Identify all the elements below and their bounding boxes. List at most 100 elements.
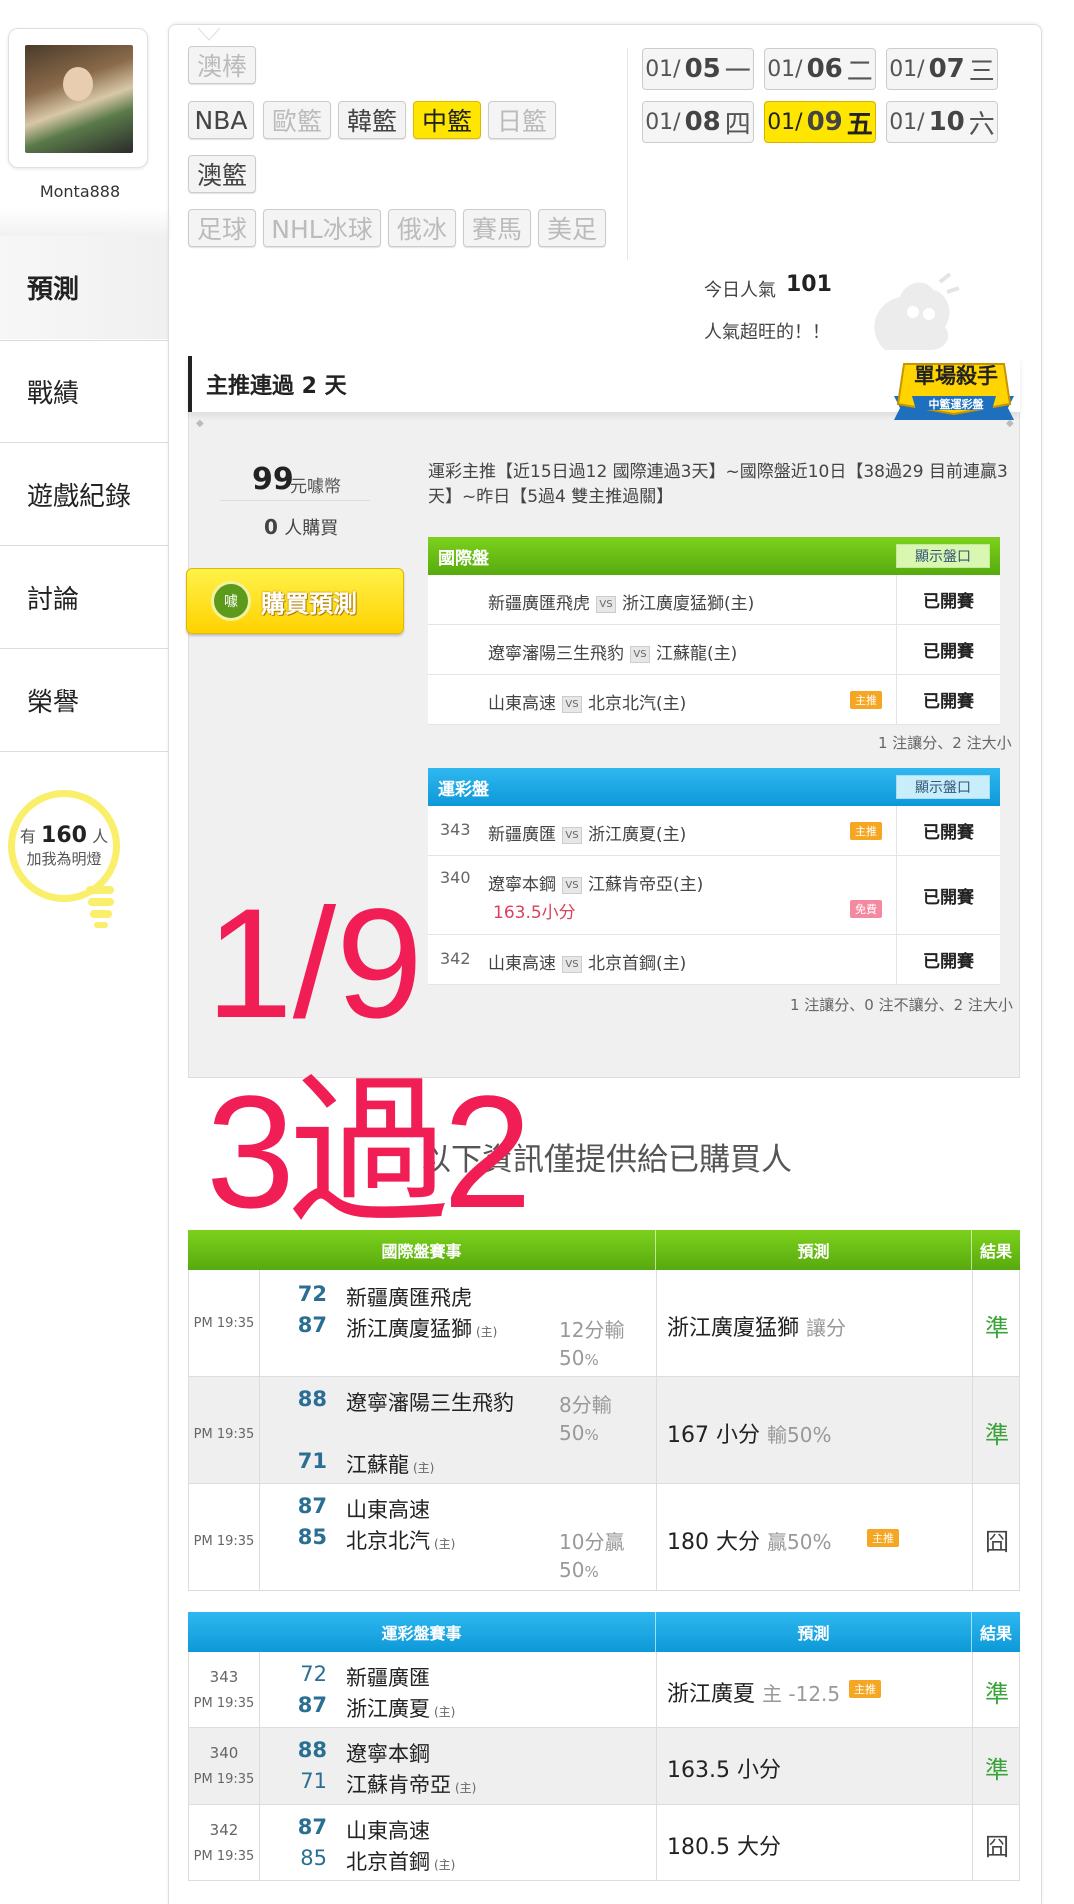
col-prediction: 預測 [656, 1612, 972, 1652]
vs-icon: VS [562, 695, 582, 713]
match-time: PM 19:35 [193, 1427, 255, 1442]
date-day: 07 [928, 54, 965, 84]
sport-match-teams: 山東高速 VS 北京首鋼(主) [488, 949, 686, 974]
home-team: 遼寧本鋼 [488, 875, 556, 895]
match-status: 已開賽 [896, 625, 1000, 674]
match-time: PM 19:35 [193, 1696, 255, 1711]
prediction-description: 運彩主推【近15日過12 國際連過3天】~國際盤近10日【38過29 目前連贏3… [428, 462, 1008, 507]
sidebar-divider [0, 208, 168, 238]
away-team: 江蘇肯帝亞(主) [588, 875, 704, 895]
home-team-name: 北京首鋼 [346, 1850, 430, 1874]
top-pick-badge: 主推 [850, 822, 882, 840]
date-0108[interactable]: 01/08 四 [642, 101, 754, 143]
away-score: 87 [297, 1494, 327, 1518]
home-team-name: 江蘇肯帝亞 [346, 1773, 451, 1797]
home-team: 浙江廣廈猛獅 (主) [346, 1313, 497, 1343]
sport-show-odds-button[interactable]: 顯示盤口 [896, 775, 990, 799]
home-team: 北京北汽 (主) [346, 1525, 455, 1555]
vs-icon: VS [562, 876, 582, 894]
away-team: 浙江廣夏(主) [588, 825, 687, 845]
col-prediction: 預測 [656, 1230, 972, 1270]
date-0106[interactable]: 01/06 二 [764, 48, 876, 90]
sport-tag-horse-racing[interactable]: 賽馬 [463, 209, 531, 247]
odds: 12分輸 50% [559, 1316, 624, 1374]
sport-tag-nhl[interactable]: NHL冰球 [263, 209, 381, 247]
popularity-count: 101 [786, 272, 832, 297]
mascot-icon [874, 272, 960, 350]
nav-game-log[interactable]: 遊戲紀錄 [0, 443, 168, 546]
home-team-name: 浙江廣廈猛獅 [346, 1317, 472, 1341]
sport-tag-american-football[interactable]: 美足 [538, 209, 606, 247]
sport-tag-soccer[interactable]: 足球 [188, 209, 256, 247]
away-score: 72 [300, 1662, 327, 1686]
date-0110[interactable]: 01/10 六 [886, 101, 998, 143]
prediction-main: 180 大分 [667, 1530, 760, 1555]
prediction-sub: 讓分 [806, 1316, 847, 1340]
date-md: 01/ [889, 109, 925, 135]
sport-odds-title: 運彩盤 [438, 779, 489, 800]
result-mark: 準 [985, 1680, 1009, 1708]
date-0109[interactable]: 01/09 五 [764, 101, 876, 143]
buy-button-label: 購買預測 [261, 589, 357, 618]
fans-suffix: 人 [92, 827, 109, 846]
match-status: 已開賽 [896, 806, 1000, 855]
date-md: 01/ [889, 56, 925, 82]
date-day: 05 [684, 54, 721, 84]
home-team: 遼寧瀋陽三生飛豹 [488, 644, 624, 664]
match-number: 342 [209, 1821, 239, 1839]
avatar-card[interactable] [8, 28, 148, 168]
avatar[interactable] [25, 45, 133, 153]
prediction-main: 167 小分 [667, 1423, 760, 1448]
home-mark: (主) [455, 1781, 477, 1795]
free-pick-value: 163.5小分 [493, 903, 576, 923]
nav-record[interactable]: 戰績 [0, 340, 168, 443]
intl-match-row: 山東高速 VS 北京北汽(主) 主推 已開賽 [428, 675, 1000, 725]
sport-tag-aus-basketball[interactable]: 澳籃 [188, 155, 256, 193]
result-mark: 準 [985, 1756, 1009, 1784]
prediction-sub: 輸50% [767, 1423, 832, 1447]
sport-note: 1 注讓分、0 注不讓分、2 注大小 [790, 996, 1013, 1014]
sport-tag-korea-basketball[interactable]: 韓籃 [338, 101, 406, 139]
match-time: PM 19:35 [193, 1316, 255, 1331]
away-team: 新疆廣匯 [346, 1666, 430, 1690]
date-md: 01/ [645, 56, 681, 82]
date-day: 08 [684, 107, 721, 137]
col-result: 結果 [979, 1624, 1012, 1643]
intl-show-odds-button[interactable]: 顯示盤口 [896, 544, 990, 568]
sport-result-header: 運彩盤賽事 預測 結果 [188, 1612, 1020, 1652]
date-weekday: 六 [968, 109, 995, 140]
sport-tag-russia-hockey[interactable]: 俄冰 [388, 209, 456, 247]
prediction: 180 大分 贏50% [667, 1524, 831, 1556]
date-0107[interactable]: 01/07 三 [886, 48, 998, 90]
sport-tag-japan-basketball[interactable]: 日籃 [488, 101, 556, 139]
prediction-sub: 主 -12.5 [762, 1682, 841, 1706]
home-mark: (主) [476, 1325, 498, 1339]
buyers-unit: 人購買 [284, 518, 339, 539]
overlay-date: 1/9 [206, 877, 423, 1051]
sport-tag-aus-baseball[interactable]: 澳棒 [188, 46, 256, 84]
prediction-main: 浙江廣廈猛獅 [667, 1316, 800, 1341]
date-weekday: 二 [846, 56, 873, 87]
nav-discussion[interactable]: 討論 [0, 546, 168, 649]
away-team: 新疆廣匯飛虎 [346, 1286, 472, 1310]
away-team: 江蘇龍(主) [656, 644, 738, 664]
nav-predict[interactable]: 預測 [0, 236, 168, 339]
sport-tag-euro-basketball[interactable]: 歐籃 [263, 101, 331, 139]
sport-tag-nba[interactable]: NBA [188, 101, 254, 139]
home-score: 71 [300, 1769, 327, 1793]
date-0105[interactable]: 01/05 一 [642, 48, 754, 90]
odds-line: 10分贏 [559, 1530, 625, 1554]
free-badge: 免費 [850, 900, 882, 918]
table-row: 342 PM 19:35 87 山東高速 85 北京首鋼 (主) 180.5 大分… [188, 1805, 1020, 1881]
sport-tag-china-basketball[interactable]: 中籃 [413, 101, 481, 139]
nav-honor[interactable]: 榮譽 [0, 649, 168, 752]
top-pick-badge: 主推 [849, 1680, 881, 1698]
date-day: 09 [806, 107, 843, 137]
date-weekday: 一 [724, 56, 751, 87]
vs-icon: VS [596, 595, 616, 613]
username[interactable]: Monta888 [0, 182, 160, 201]
buy-prediction-button[interactable]: 噱 購買預測 [186, 568, 404, 634]
odds-pct-unit: % [584, 1351, 599, 1369]
match-number: 343 [209, 1668, 239, 1686]
vs-icon: VS [562, 955, 582, 973]
